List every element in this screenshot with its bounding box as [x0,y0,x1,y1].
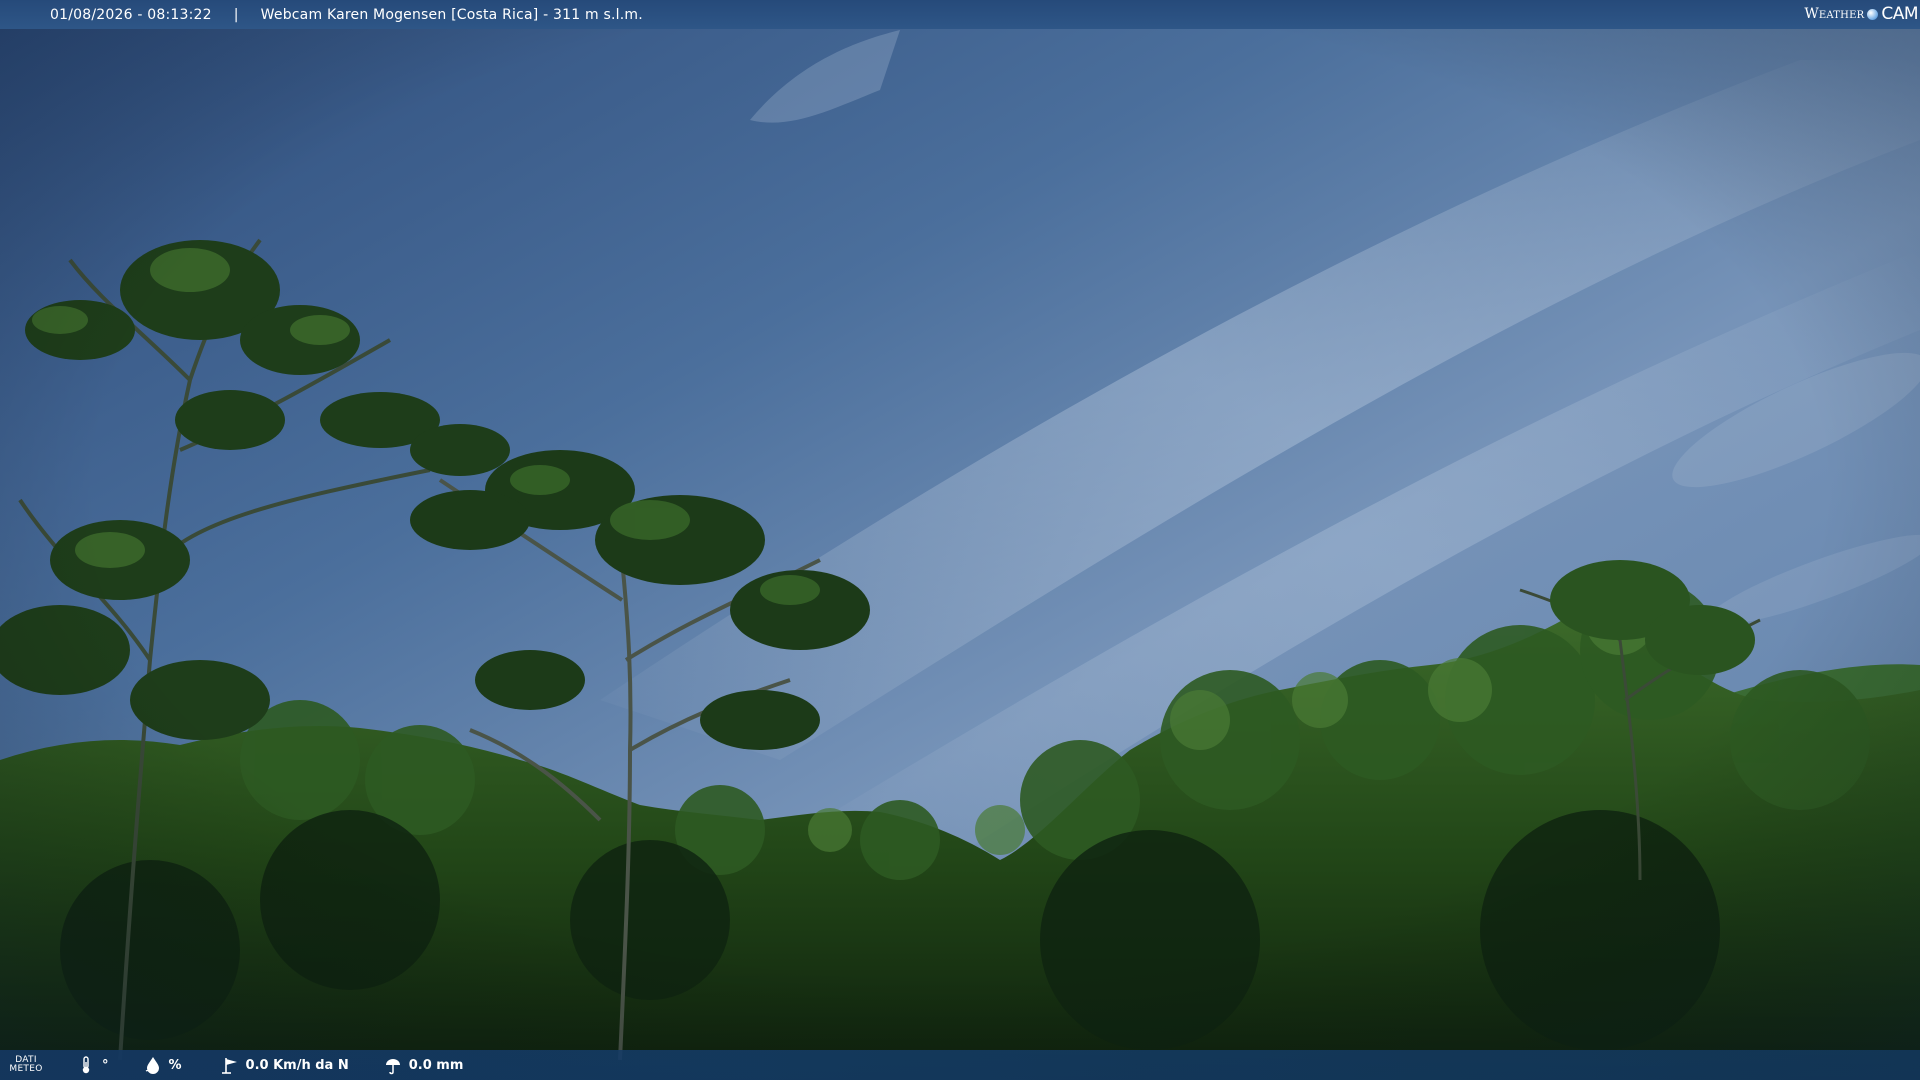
rain-value: 0.0 mm [408,1057,464,1073]
humidity-value: % [168,1057,182,1073]
webcam-image [0,0,1920,1080]
rain-icon [383,1055,403,1075]
wind-metric: 0.0 Km/h da N [220,1055,349,1075]
logo-weather-text: Weather [1804,6,1865,22]
dati-label-line2: METEO [9,1064,43,1074]
wind-icon [220,1055,240,1075]
weather-data-bar: DATI METEO ° % 0.0 Km/h da N 0.0 mm [0,1050,1920,1080]
webcam-header-bar: 01/08/2026 - 08:13:22 | Webcam Karen Mog… [0,0,1920,29]
webcam-title: Webcam Karen Mogensen [Costa Rica] - 311… [260,6,643,23]
temperature-value: ° [102,1057,109,1073]
webcam-frame: 01/08/2026 - 08:13:22 | Webcam Karen Mog… [0,0,1920,1080]
thermometer-icon [76,1055,96,1075]
logo-cam-text: CAM [1881,4,1918,24]
logo-globe-icon [1867,8,1879,20]
temperature-metric: ° [76,1055,109,1075]
humidity-icon [143,1055,163,1075]
rain-metric: 0.0 mm [383,1055,464,1075]
humidity-metric: % [143,1055,182,1075]
capture-datetime: 01/08/2026 - 08:13:22 [50,6,212,23]
wind-value: 0.0 Km/h da N [245,1057,349,1073]
weathercam-logo: Weather CAM [1804,2,1918,26]
dati-meteo-label: DATI METEO [0,1056,52,1074]
header-separator: | [233,6,239,23]
